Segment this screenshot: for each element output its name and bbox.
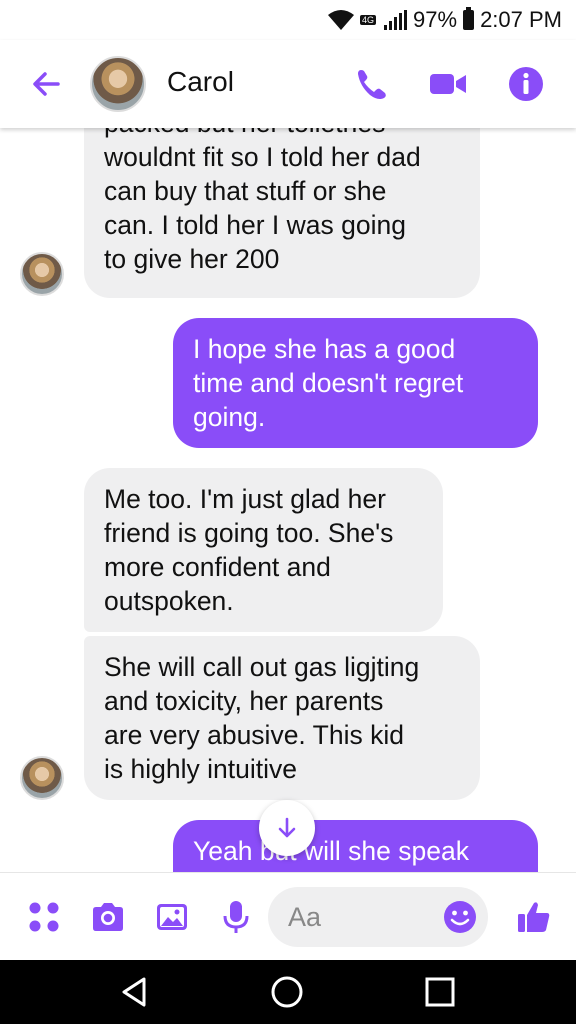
battery-percent: 97% — [413, 7, 458, 32]
gallery-icon[interactable] — [154, 899, 190, 935]
nav-recents-icon[interactable] — [422, 974, 458, 1010]
nav-home-icon[interactable] — [269, 974, 305, 1010]
contact-avatar[interactable] — [90, 56, 146, 112]
message-input[interactable]: Aa — [268, 887, 488, 947]
microphone-icon[interactable] — [218, 899, 254, 935]
message-input-placeholder: Aa — [288, 902, 322, 932]
status-bar: 4G 97% 2:07 PM — [0, 0, 576, 40]
camera-icon[interactable] — [90, 899, 126, 935]
video-camera-icon[interactable] — [428, 64, 468, 104]
message-bubble-incoming[interactable]: packed but her toiletries wouldnt fit so… — [84, 128, 480, 298]
network-type: 4G — [360, 15, 377, 25]
battery-icon — [463, 7, 475, 30]
scroll-to-bottom-button[interactable] — [259, 800, 315, 856]
contact-name[interactable]: Carol — [167, 66, 234, 98]
wifi-icon — [328, 10, 354, 30]
signal-icon — [384, 10, 408, 30]
contact-avatar-small — [20, 756, 64, 800]
back-arrow-icon[interactable] — [26, 64, 66, 104]
message-bubble-outgoing[interactable]: I hope she has a good time and doesn't r… — [173, 318, 538, 448]
info-icon[interactable] — [506, 64, 546, 104]
message-bubble-incoming[interactable]: She will call out gas ligjting and toxic… — [84, 636, 480, 800]
arrow-down-icon — [278, 817, 296, 838]
message-bubble-outgoing[interactable]: Yeah but will she speak — [173, 820, 538, 872]
contact-avatar-small — [20, 252, 64, 296]
nav-back-icon[interactable] — [116, 974, 152, 1010]
message-bubble-incoming[interactable]: Me too. I'm just glad her friend is goin… — [84, 468, 443, 632]
message-list[interactable]: packed but her toiletries wouldnt fit so… — [0, 128, 576, 872]
emoji-icon[interactable] — [442, 899, 478, 935]
clock: 2:07 PM — [480, 7, 562, 32]
system-navigation-bar — [0, 960, 576, 1024]
status-icons: 4G 97% 2:07 PM — [328, 6, 562, 34]
composer-bar: Aa — [0, 872, 576, 961]
thumbs-up-icon[interactable] — [516, 899, 552, 935]
phone-icon[interactable] — [352, 64, 392, 104]
apps-icon[interactable] — [26, 899, 62, 935]
conversation-header: Carol — [0, 40, 576, 128]
